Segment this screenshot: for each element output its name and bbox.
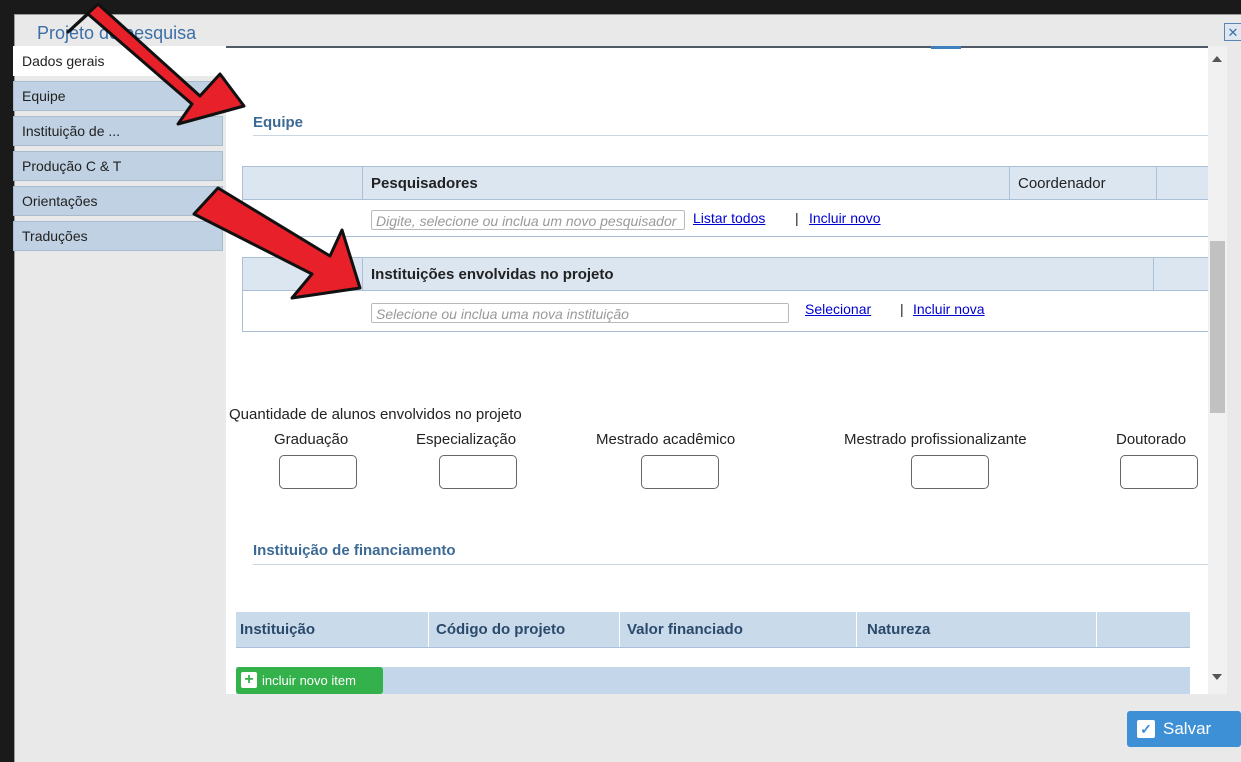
include-new-institution-link[interactable]: Incluir nova: [913, 301, 985, 317]
tab-equipe[interactable]: Equipe: [13, 81, 223, 111]
dialog-title: Projeto de pesquisa: [37, 23, 197, 43]
field-label-especializacao: Especialização: [416, 431, 517, 448]
add-item-button[interactable]: + incluir novo item: [236, 667, 383, 694]
link-separator: |: [795, 210, 799, 226]
section-title-equipe: Equipe: [253, 114, 304, 131]
mestrado-academico-input[interactable]: [641, 455, 719, 489]
table-header-pesquisadores: Pesquisadores: [362, 166, 1010, 200]
tab-orientacoes[interactable]: Orientações: [13, 186, 223, 216]
scroll-down-icon[interactable]: [1212, 674, 1222, 680]
close-icon[interactable]: ✕: [1224, 23, 1241, 41]
graduacao-input[interactable]: [279, 455, 357, 489]
table-header-coordenador: Coordenador: [1009, 166, 1157, 200]
table-header-blank: [1156, 166, 1208, 200]
check-icon: ✓: [1137, 720, 1155, 738]
divider: [253, 135, 1208, 136]
tab-dados-gerais[interactable]: Dados gerais: [13, 46, 228, 76]
include-new-researcher-link[interactable]: Incluir novo: [809, 210, 881, 226]
mestrado-profissionalizante-input[interactable]: [911, 455, 989, 489]
field-label-mestrado-profissionalizante: Mestrado profissionalizante: [844, 431, 1027, 448]
field-label-mestrado-academico: Mestrado acadêmico: [596, 431, 736, 448]
plus-icon: +: [241, 672, 257, 688]
scroll-thumb[interactable]: [1210, 241, 1225, 413]
tab-instituicao[interactable]: Instituição de ...: [13, 116, 223, 146]
field-label-doutorado: Doutorado: [1116, 431, 1187, 448]
doutorado-input[interactable]: [1120, 455, 1198, 489]
especializacao-input[interactable]: [439, 455, 517, 489]
students-quantity-label: Quantidade de alunos envolvidos no proje…: [229, 406, 522, 423]
save-label: Salvar: [1163, 719, 1212, 738]
table-header-blank: [242, 257, 363, 291]
scroll-up-icon[interactable]: [1212, 56, 1222, 62]
researcher-search-input[interactable]: Digite, selecione ou inclua um novo pesq…: [371, 210, 685, 230]
institution-search-input[interactable]: Selecione ou inclua uma nova instituição: [371, 303, 789, 323]
link-separator: |: [900, 301, 904, 317]
tab-traducoes[interactable]: Traduções: [13, 221, 223, 251]
content-scrollbar[interactable]: [1208, 46, 1227, 694]
tab-list: Dados gerais Equipe Instituição de ... P…: [13, 46, 228, 256]
content-panel: Equipe Pesquisadores Coordenador Digite,…: [226, 46, 1208, 694]
select-institution-link[interactable]: Selecionar: [805, 301, 871, 317]
field-label-graduacao: Graduação: [274, 431, 349, 448]
save-button[interactable]: ✓ Salvar: [1127, 711, 1241, 747]
tab-producao[interactable]: Produção C & T: [13, 151, 223, 181]
add-item-label: incluir novo item: [262, 673, 356, 688]
table-header-blank: [1153, 257, 1208, 291]
table-header-blank: [242, 166, 363, 200]
table-header-instituicoes: Instituições envolvidas no projeto: [362, 257, 1154, 291]
content-top-border: [226, 46, 1208, 49]
list-all-link[interactable]: Listar todos: [693, 210, 765, 226]
